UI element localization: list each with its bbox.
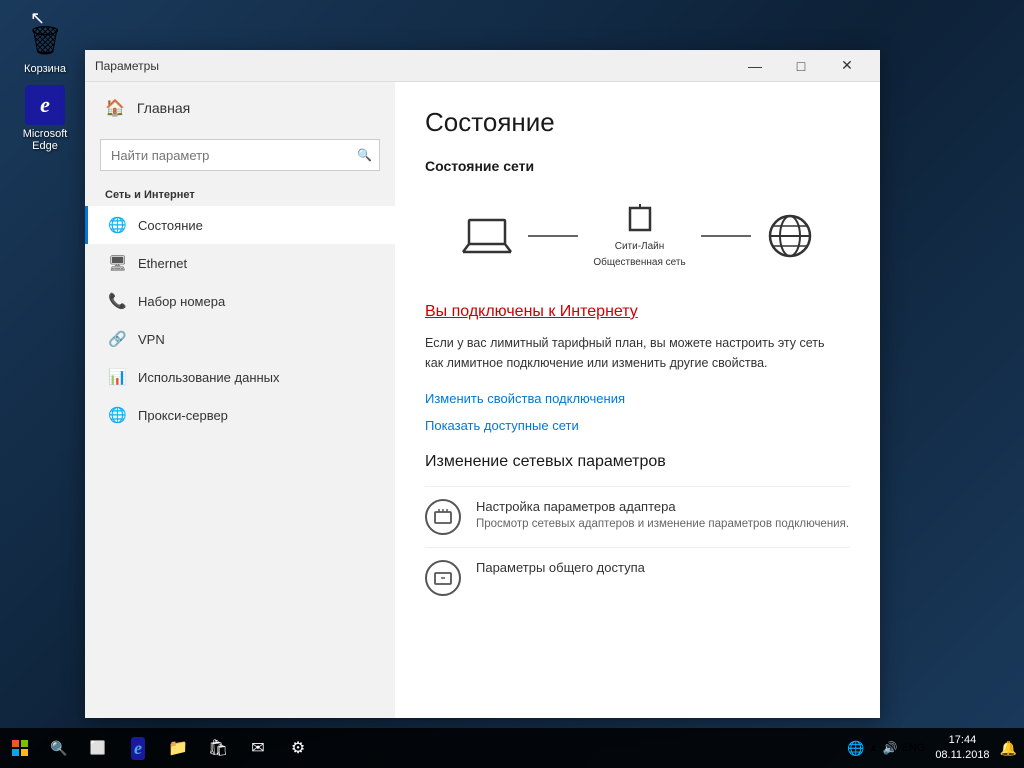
sidebar-home-button[interactable]: 🏠 Главная	[85, 82, 395, 134]
sidebar-item-proxy[interactable]: 🌐 Прокси-сервер	[85, 396, 395, 434]
desktop: ↖ 🗑 Корзина e MicrosoftEdge Параметры — …	[0, 0, 1024, 768]
search-icon: 🔍	[50, 740, 67, 757]
taskbar: 🔍 ⬜ e 📁 🛍 ✉ ⚙ 🌐 ▲ 🔊 ENG 17:44 08.11.2018	[0, 728, 1024, 768]
vpn-icon: 🔗	[108, 330, 126, 348]
data-usage-icon: 📊	[108, 368, 126, 386]
edge-taskbar-icon: e	[131, 737, 145, 760]
start-button[interactable]	[0, 728, 40, 768]
sharing-settings-title: Параметры общего доступа	[476, 560, 645, 575]
title-bar: Параметры — □ ✕	[85, 50, 880, 82]
notification-icon[interactable]: 🔔	[998, 738, 1019, 759]
adapter-settings-text: Настройка параметров адаптера Просмотр с…	[476, 499, 849, 533]
globe-icon	[766, 212, 814, 260]
home-label: Главная	[137, 100, 190, 116]
settings-window: Параметры — □ ✕ 🏠 Главная 🔍 Сеть и Интер…	[85, 50, 880, 718]
sharing-settings-text: Параметры общего доступа	[476, 560, 645, 575]
sharing-icon	[425, 560, 461, 596]
clock-date: 08.11.2018	[935, 748, 989, 763]
system-clock[interactable]: 17:44 08.11.2018	[927, 733, 997, 764]
adapter-settings-title: Настройка параметров адаптера	[476, 499, 849, 514]
network-diagram: Сити-Лайн Общественная сеть	[425, 189, 850, 283]
windows-logo-icon	[12, 740, 28, 756]
taskbar-tray: 🌐 ▲ 🔊 ENG 17:44 08.11.2018 🔔	[845, 728, 1024, 768]
sidebar-item-vpn[interactable]: 🔗 VPN	[85, 320, 395, 358]
adapter-settings-desc: Просмотр сетевых адаптеров и изменение п…	[476, 516, 849, 533]
router-icon	[628, 204, 652, 234]
mail-button[interactable]: ✉	[238, 728, 278, 768]
network-type: Общественная сеть	[593, 257, 685, 268]
mail-icon: ✉	[251, 738, 264, 758]
search-icon: 🔍	[357, 148, 372, 162]
taskbar-search-button[interactable]: 🔍	[40, 728, 78, 768]
net-line-1	[528, 235, 578, 237]
recycle-bin-icon: 🗑	[25, 20, 65, 60]
laptop-icon	[461, 216, 513, 256]
task-view-button[interactable]: ⬜	[78, 728, 118, 768]
file-explorer-icon: 📁	[168, 738, 188, 758]
network-name: Сити-Лайн	[615, 241, 665, 252]
sidebar-section-title: Сеть и Интернет	[85, 181, 395, 206]
maximize-button[interactable]: □	[778, 50, 824, 82]
recycle-bin-label: Корзина	[24, 63, 66, 75]
edge-icon: e	[25, 85, 65, 125]
search-input[interactable]	[100, 139, 380, 171]
adapter-icon	[425, 499, 461, 535]
sidebar-item-ethernet[interactable]: 🖥 Ethernet	[85, 244, 395, 282]
sharing-settings-item[interactable]: Параметры общего доступа	[425, 547, 850, 608]
volume-icon[interactable]: 🔊	[881, 739, 900, 757]
sidebar-item-dialup[interactable]: 📞 Набор номера	[85, 282, 395, 320]
change-connection-props-link[interactable]: Изменить свойства подключения	[425, 391, 625, 406]
close-button[interactable]: ✕	[824, 50, 870, 82]
sidebar-item-status[interactable]: 🌐 Состояние	[85, 206, 395, 244]
language-label[interactable]: ENG	[899, 740, 927, 756]
sidebar-item-data-usage[interactable]: 📊 Использование данных	[85, 358, 395, 396]
settings-gear-icon: ⚙	[291, 738, 305, 758]
page-title: Состояние	[425, 107, 850, 138]
dialup-icon: 📞	[108, 292, 126, 310]
ethernet-icon: 🖥	[108, 254, 126, 272]
main-content: Состояние Состояние сети	[395, 82, 880, 718]
task-view-icon: ⬜	[90, 740, 106, 756]
net-line-2	[701, 235, 751, 237]
connection-description: Если у вас лимитный тарифный план, вы мо…	[425, 333, 845, 373]
router-node: Сити-Лайн Общественная сеть	[593, 204, 685, 268]
status-icon: 🌐	[108, 216, 126, 234]
sidebar-search-container: 🔍	[100, 139, 380, 171]
store-button[interactable]: 🛍	[198, 728, 238, 768]
settings-body: 🏠 Главная 🔍 Сеть и Интернет 🌐 Состояние …	[85, 82, 880, 718]
adapter-settings-item[interactable]: Настройка параметров адаптера Просмотр с…	[425, 486, 850, 547]
minimize-button[interactable]: —	[732, 50, 778, 82]
desktop-icon-recycle-bin[interactable]: 🗑 Корзина	[10, 20, 80, 75]
edge-label: MicrosoftEdge	[23, 128, 68, 152]
sidebar-dialup-label: Набор номера	[138, 294, 225, 309]
clock-time: 17:44	[935, 733, 989, 748]
home-icon: 🏠	[105, 98, 125, 118]
sidebar-data-usage-label: Использование данных	[138, 370, 280, 385]
edge-taskbar-button[interactable]: e	[118, 728, 158, 768]
sidebar-proxy-label: Прокси-сервер	[138, 408, 228, 423]
sidebar-vpn-label: VPN	[138, 332, 165, 347]
laptop-node	[461, 216, 513, 256]
change-section-title: Изменение сетевых параметров	[425, 453, 850, 471]
file-explorer-button[interactable]: 📁	[158, 728, 198, 768]
window-title: Параметры	[95, 59, 732, 73]
internet-node	[766, 212, 814, 260]
connection-status-text: Вы подключены к Интернету	[425, 303, 638, 321]
network-tray-icon[interactable]: 🌐	[845, 738, 866, 759]
proxy-icon: 🌐	[108, 406, 126, 424]
show-available-networks-link[interactable]: Показать доступные сети	[425, 418, 579, 433]
sidebar-ethernet-label: Ethernet	[138, 256, 187, 271]
arrow-up-icon[interactable]: ▲	[867, 741, 881, 756]
sidebar: 🏠 Главная 🔍 Сеть и Интернет 🌐 Состояние …	[85, 82, 395, 718]
settings-taskbar-button[interactable]: ⚙	[278, 728, 318, 768]
window-controls: — □ ✕	[732, 50, 870, 82]
sidebar-status-label: Состояние	[138, 218, 203, 233]
network-status-heading: Состояние сети	[425, 158, 850, 174]
desktop-icon-edge[interactable]: e MicrosoftEdge	[10, 85, 80, 152]
store-icon: 🛍	[208, 738, 228, 758]
